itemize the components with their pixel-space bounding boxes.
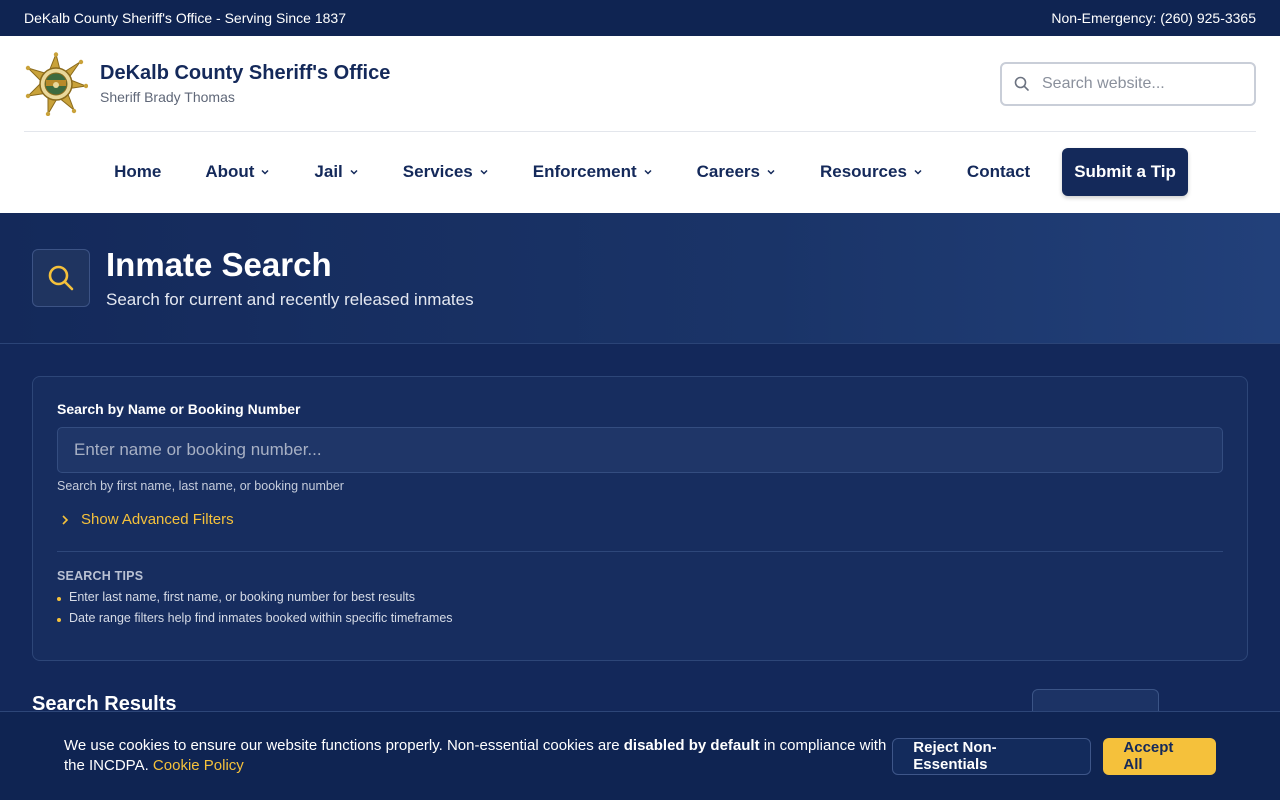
site-search-input[interactable] xyxy=(1042,74,1232,93)
brand-home-link[interactable]: DeKalb County Sheriff's Office Sheriff B… xyxy=(24,51,391,116)
non-emergency-phone[interactable]: Non-Emergency: (260) 925-3365 xyxy=(1051,10,1256,26)
nav-label: Enforcement xyxy=(532,162,637,181)
cookie-banner: We use cookies to ensure our website fun… xyxy=(0,711,1280,800)
inmate-search-input[interactable] xyxy=(57,427,1223,473)
nav-label: About xyxy=(205,162,255,181)
nav-label: Home xyxy=(114,162,162,181)
chevron-right-icon xyxy=(62,514,69,525)
search-icon xyxy=(1014,76,1029,91)
cookie-policy-link[interactable]: Cookie Policy xyxy=(153,757,244,774)
site-title: DeKalb County Sheriff's Office xyxy=(100,62,391,84)
cookie-text-before: We use cookies to ensure our website fun… xyxy=(64,737,624,754)
card-divider xyxy=(57,551,1223,552)
nav-careers[interactable]: Careers xyxy=(675,162,798,182)
page-subtitle: Search for current and recently released… xyxy=(106,290,474,309)
submit-tip-button[interactable]: Submit a Tip xyxy=(1062,148,1188,196)
nav-about[interactable]: About xyxy=(183,162,292,182)
nav-enforcement[interactable]: Enforcement xyxy=(511,162,675,182)
page-title: Inmate Search xyxy=(106,246,332,283)
cookie-actions: Reject Non-Essentials Accept All xyxy=(892,737,1216,775)
nav-label: Careers xyxy=(696,162,760,181)
chevron-down-icon xyxy=(350,169,358,175)
search-hint: Search by first name, last name, or book… xyxy=(57,479,344,493)
sheriff-name: Sheriff Brady Thomas xyxy=(100,89,235,105)
nav-jail[interactable]: Jail xyxy=(292,162,380,182)
main-nav: Home About Jail Services Enforcement Car… xyxy=(24,132,1256,212)
site-search-box[interactable] xyxy=(1000,61,1256,106)
bullet-icon xyxy=(57,597,61,601)
nav-label: Services xyxy=(402,162,473,181)
accept-cookies-button[interactable]: Accept All xyxy=(1103,737,1216,775)
search-tips-title: SEARCH TIPS xyxy=(57,569,144,583)
nav-label: Jail xyxy=(314,162,343,181)
inmate-search-card: Search by Name or Booking Number Search … xyxy=(32,376,1248,661)
chevron-down-icon xyxy=(480,169,488,175)
cookie-message: We use cookies to ensure our website fun… xyxy=(64,736,892,776)
reject-cookies-button[interactable]: Reject Non-Essentials xyxy=(892,737,1092,775)
page-hero: Inmate Search Search for current and rec… xyxy=(0,213,1280,344)
chevron-down-icon xyxy=(914,169,922,175)
cookie-text-bold: disabled by default xyxy=(623,737,760,754)
nav-label: Contact xyxy=(966,162,1031,181)
nav-resources[interactable]: Resources xyxy=(798,162,945,182)
site-header: DeKalb County Sheriff's Office Sheriff B… xyxy=(0,36,1280,213)
top-info-bar: DeKalb County Sheriff's Office - Serving… xyxy=(0,0,1280,36)
sheriff-star-badge-icon xyxy=(25,51,88,116)
nav-services[interactable]: Services xyxy=(381,162,511,182)
hero-search-icon xyxy=(32,249,90,307)
nav-label: Resources xyxy=(819,162,907,181)
topbar-tagline: DeKalb County Sheriff's Office - Serving… xyxy=(24,10,346,26)
chevron-down-icon xyxy=(644,169,652,175)
search-tip-item: Date range filters help find inmates boo… xyxy=(57,611,1223,625)
search-tip-item: Enter last name, first name, or booking … xyxy=(57,590,1223,604)
main-content: Search by Name or Booking Number Search … xyxy=(0,344,1280,723)
brand-row: DeKalb County Sheriff's Office Sheriff B… xyxy=(24,36,1256,132)
chevron-down-icon xyxy=(767,169,775,175)
magnifier-icon xyxy=(48,265,74,291)
advanced-filters-toggle[interactable]: Show Advanced Filters xyxy=(57,511,1223,528)
search-tips-list: Enter last name, first name, or booking … xyxy=(57,590,1223,625)
search-field-label: Search by Name or Booking Number xyxy=(57,401,301,417)
nav-home[interactable]: Home xyxy=(92,162,183,182)
search-tip-text: Date range filters help find inmates boo… xyxy=(69,611,453,625)
advanced-filters-label: Show Advanced Filters xyxy=(81,511,234,528)
nav-contact[interactable]: Contact xyxy=(945,162,1052,182)
bullet-icon xyxy=(57,618,61,622)
chevron-down-icon xyxy=(261,169,269,175)
search-tip-text: Enter last name, first name, or booking … xyxy=(69,590,415,604)
